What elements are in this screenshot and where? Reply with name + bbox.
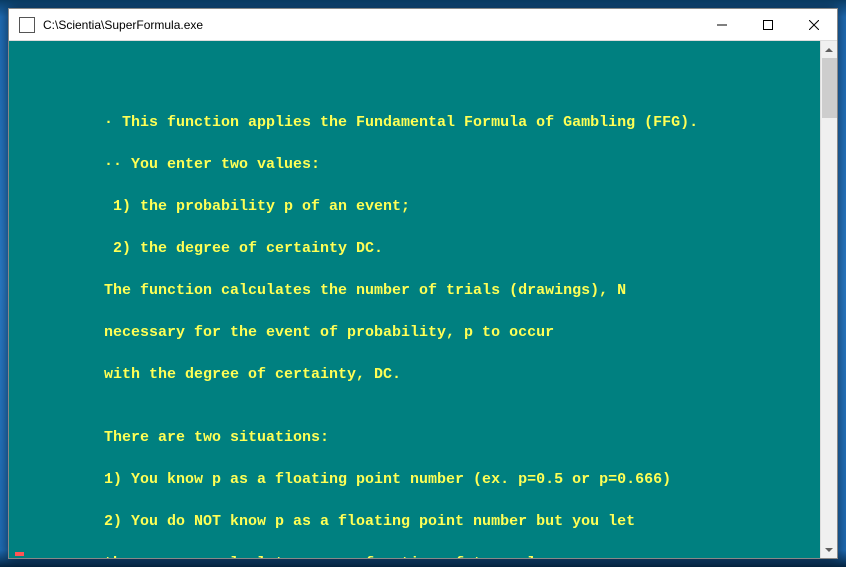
- console-line: · This function applies the Fundamental …: [9, 112, 820, 133]
- scroll-up-button[interactable]: [821, 41, 837, 58]
- minimize-button[interactable]: [699, 9, 745, 40]
- console-line: 2) You do NOT know p as a floating point…: [9, 511, 820, 532]
- console-line: 1) the probability p of an event;: [9, 196, 820, 217]
- chevron-up-icon: [825, 48, 833, 52]
- app-icon: [19, 17, 35, 33]
- scroll-down-button[interactable]: [821, 541, 837, 558]
- console-line: with the degree of certainty, DC.: [9, 364, 820, 385]
- vertical-scrollbar[interactable]: [820, 41, 837, 558]
- console-line: The function calculates the number of tr…: [9, 280, 820, 301]
- chevron-down-icon: [825, 548, 833, 552]
- console-line: 2) the degree of certainty DC.: [9, 238, 820, 259]
- client-area: · This function applies the Fundamental …: [9, 41, 837, 558]
- window-title: C:\Scientia\SuperFormula.exe: [43, 18, 699, 32]
- cursor: [15, 552, 24, 556]
- console-line: ·· You enter two values:: [9, 154, 820, 175]
- titlebar-controls: [699, 9, 837, 40]
- console-content: · This function applies the Fundamental …: [9, 41, 820, 558]
- console-line: necessary for the event of probability, …: [9, 322, 820, 343]
- console[interactable]: · This function applies the Fundamental …: [9, 41, 820, 558]
- console-line: 1) You know p as a floating point number…: [9, 469, 820, 490]
- titlebar[interactable]: C:\Scientia\SuperFormula.exe: [9, 9, 837, 41]
- maximize-button[interactable]: [745, 9, 791, 40]
- close-button[interactable]: [791, 9, 837, 40]
- app-window: C:\Scientia\SuperFormula.exe · This func…: [8, 8, 838, 559]
- console-line: There are two situations:: [9, 427, 820, 448]
- scroll-thumb[interactable]: [822, 58, 837, 118]
- console-line: the program calculate p as a fraction of…: [9, 553, 820, 558]
